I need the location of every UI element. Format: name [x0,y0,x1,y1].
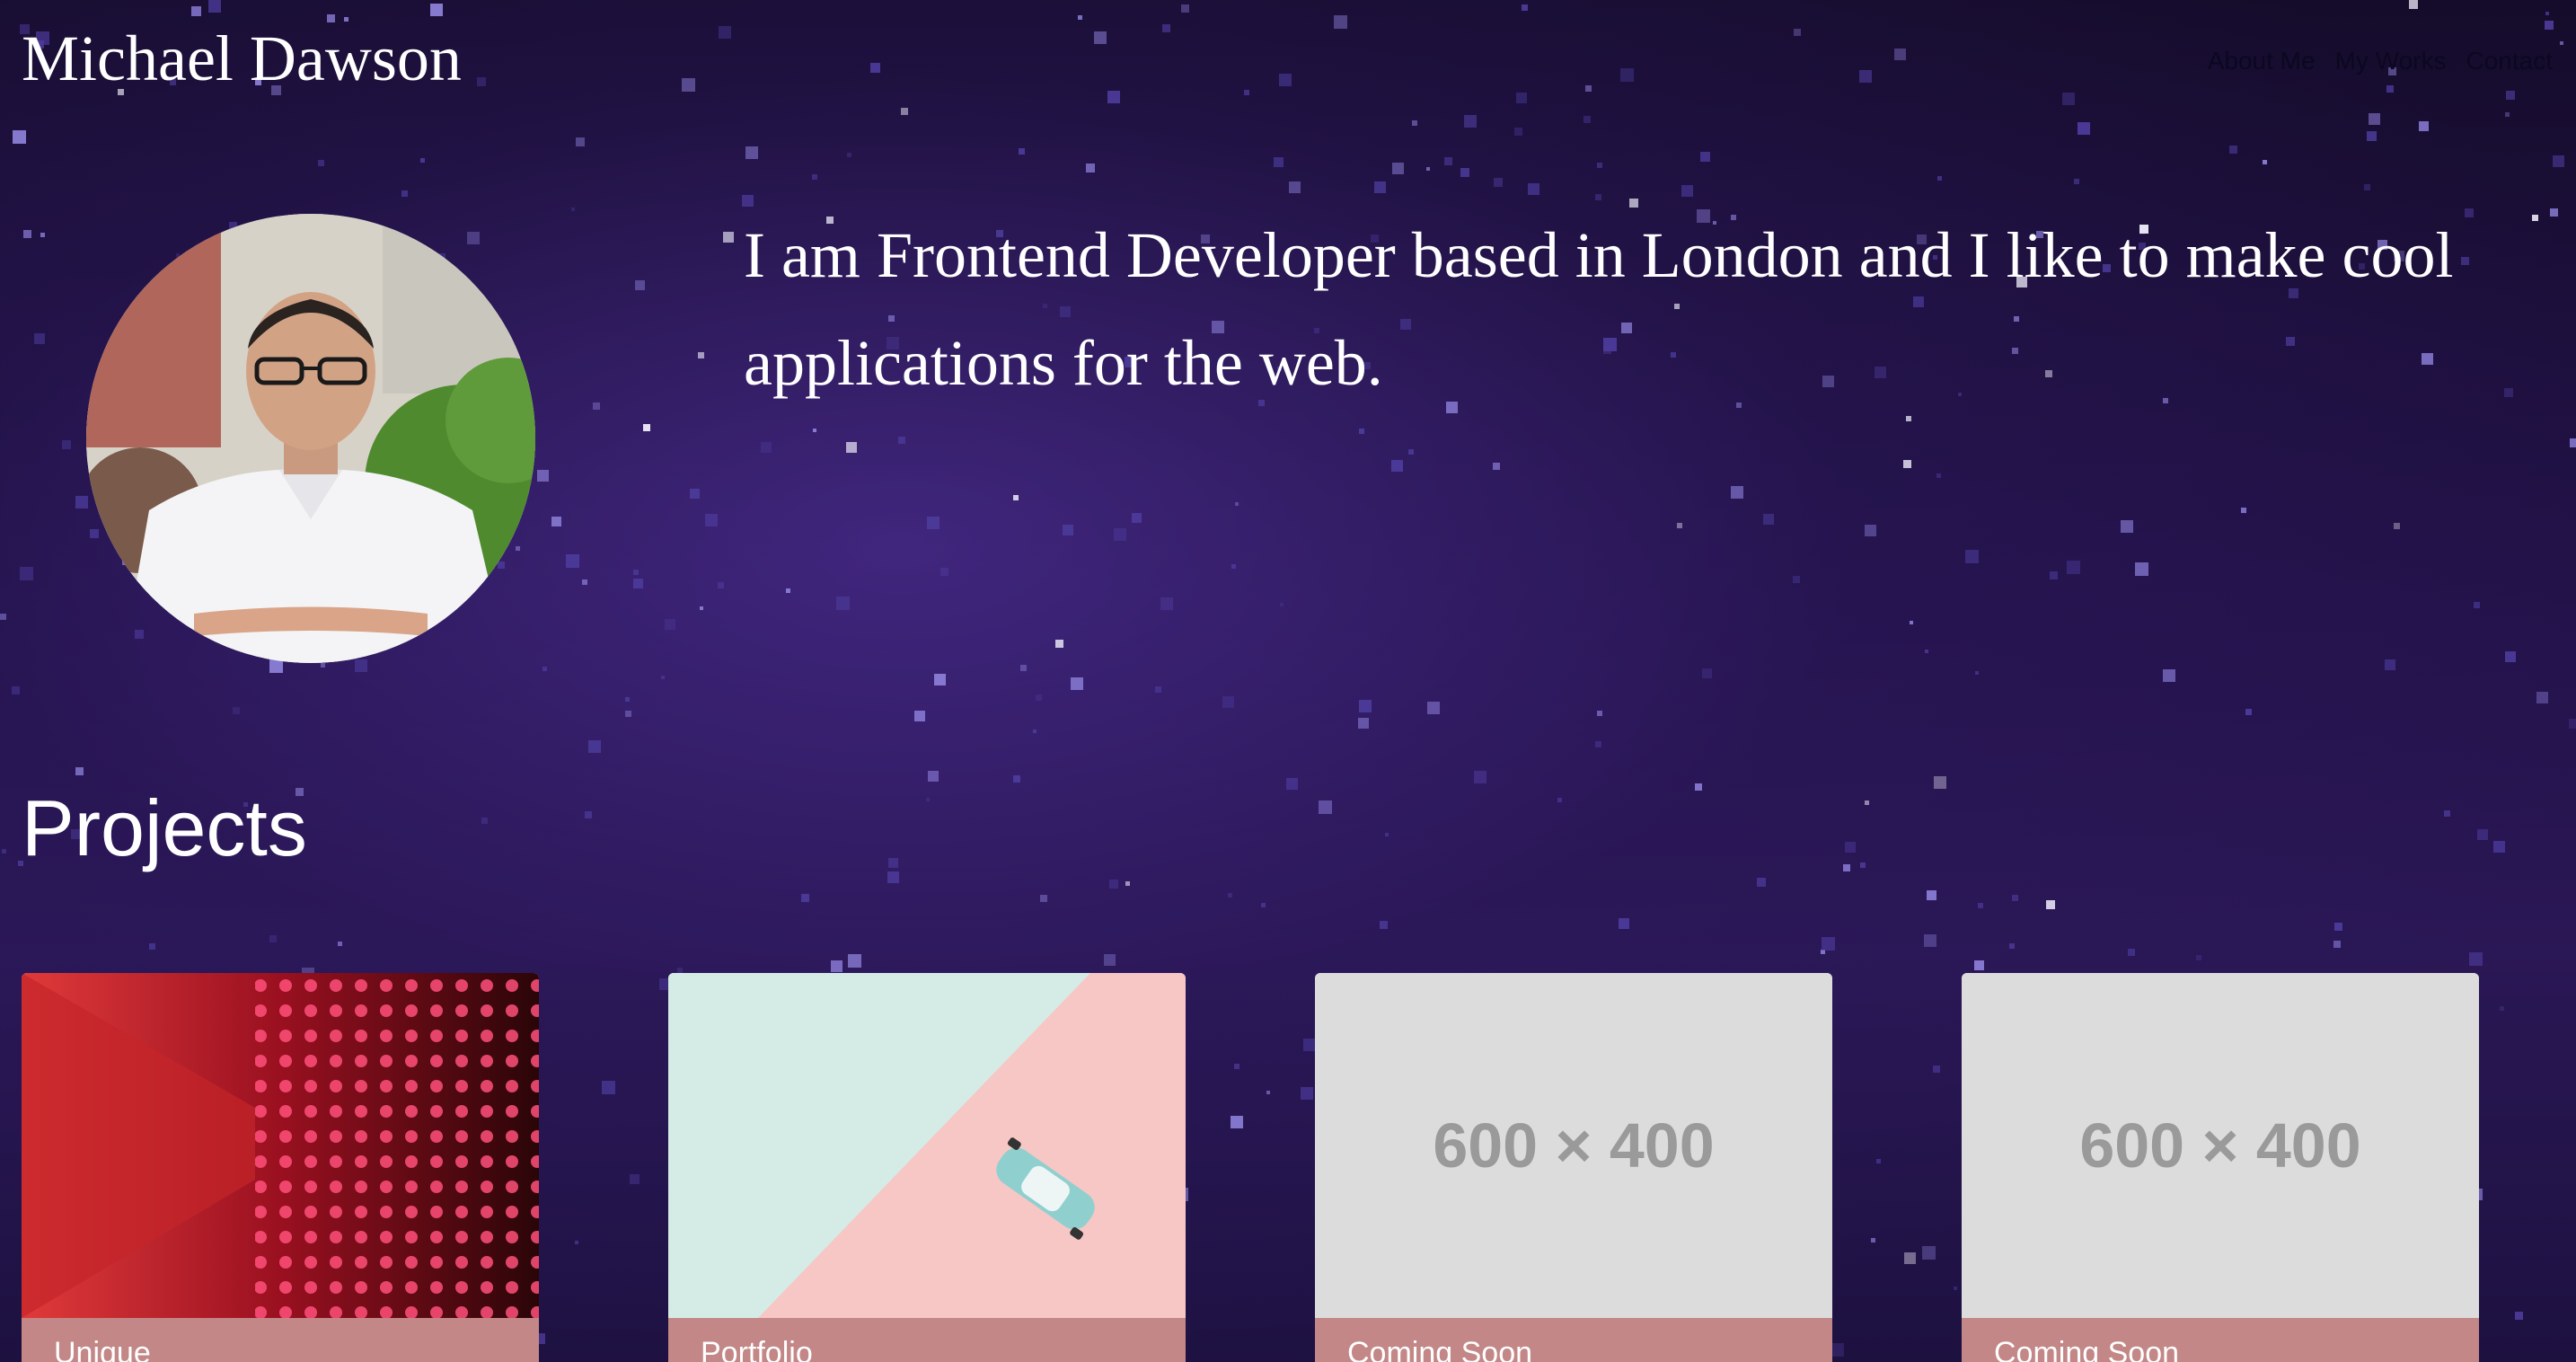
top-nav: About Me My Works Contact [2208,47,2553,75]
card-caption: Coming Soon [1962,1318,2479,1362]
card-caption: Unique [22,1318,539,1362]
card-caption: Coming Soon [1315,1318,1832,1362]
project-card-coming-soon-1[interactable]: 600 × 400 Coming Soon [1315,973,1832,1362]
card-caption: Portfolio [668,1318,1186,1362]
site-title: Michael Dawson [22,22,462,94]
nav-contact[interactable]: Contact [2466,47,2554,75]
nav-my-works[interactable]: My Works [2335,47,2447,75]
project-card-portfolio[interactable]: Portfolio [668,973,1186,1362]
image-placeholder: 600 × 400 [1315,973,1832,1318]
profile-photo [86,214,535,663]
red-led-wall-image [22,973,539,1318]
project-card-coming-soon-2[interactable]: 600 × 400 Coming Soon [1962,973,2479,1362]
project-card-unique[interactable]: Unique [22,973,539,1362]
image-placeholder: 600 × 400 [1962,973,2479,1318]
toy-car-image [668,973,1186,1318]
projects-heading: Projects [22,783,307,872]
nav-about-me[interactable]: About Me [2208,47,2316,75]
intro-text: I am Frontend Developer based in London … [744,219,2454,399]
